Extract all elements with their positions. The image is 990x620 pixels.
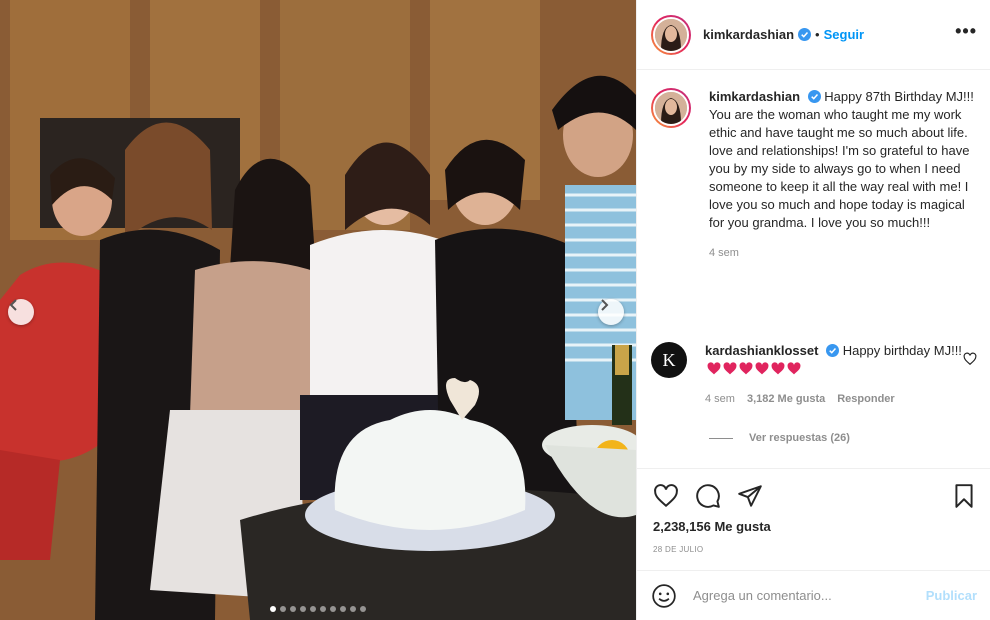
red-heart-emoji-icon [787,362,801,375]
photo-illustration [0,0,636,620]
previous-slide-button[interactable] [8,299,34,325]
header-separator: • [815,27,820,42]
comment-likes[interactable]: 3,182 Me gusta [747,390,825,408]
comment-body: kardashianklosset Happy birthday MJ!!! 4… [705,342,973,408]
instagram-post-view: kimkardashian • Seguir ••• kimkardashian [0,0,990,620]
heart-icon [654,484,678,508]
follow-button[interactable]: Seguir [824,27,864,42]
publish-button[interactable]: Publicar [926,588,977,603]
post-side-panel: kimkardashian • Seguir ••• kimkardashian [636,0,990,620]
post-date[interactable]: 28 DE JULIO [653,545,703,554]
author-avatar[interactable] [651,14,691,55]
commenter-username[interactable]: kardashianklosset [705,343,818,358]
commenter-avatar[interactable]: K [651,342,687,378]
view-replies-label: Ver respuestas (26) [749,432,850,444]
caption-avatar[interactable] [651,88,691,128]
post-header: kimkardashian • Seguir ••• [637,0,990,70]
carousel-dot [360,606,366,612]
verified-badge-icon [826,344,840,357]
next-slide-button[interactable] [598,299,624,325]
carousel-dot [340,606,346,612]
comment-text: Happy birthday MJ!!! [842,343,962,358]
comment-bubble-icon [696,484,720,508]
carousel-dot [280,606,286,612]
replies-divider-line [709,437,733,439]
comments-section[interactable]: kimkardashian Happy 87th Birthday MJ!!! … [637,70,990,468]
author-username[interactable]: kimkardashian [703,27,794,42]
share-button[interactable] [737,483,763,509]
add-comment-bar: Publicar [637,570,990,620]
caption-meta: 4 sem [709,244,977,262]
red-heart-emoji-icon [771,362,785,375]
carousel-dot [300,606,306,612]
heart-emojis [707,362,801,375]
red-heart-emoji-icon [723,362,737,375]
verified-badge-icon [798,28,812,41]
carousel-dot [330,606,336,612]
like-comment-heart-icon[interactable] [963,352,977,366]
red-heart-emoji-icon [707,362,721,375]
red-heart-emoji-icon [755,362,769,375]
verified-badge-icon [807,90,821,103]
post-photo[interactable] [0,0,636,620]
view-replies-button[interactable]: Ver respuestas (26) [709,432,850,444]
caption-comment: kimkardashian Happy 87th Birthday MJ!!! … [651,88,977,262]
comment-item: K kardashianklosset Happy birthday MJ!!!… [651,342,977,408]
carousel-dot [320,606,326,612]
comment-button[interactable] [695,483,721,509]
post-likes-count[interactable]: 2,238,156 Me gusta [653,519,771,534]
carousel-dot [290,606,296,612]
save-button[interactable] [951,483,977,509]
caption-time[interactable]: 4 sem [709,244,739,262]
carousel-dot [350,606,356,612]
carousel-dot [310,606,316,612]
reply-button[interactable]: Responder [837,390,894,408]
like-button[interactable] [653,483,679,509]
bookmark-icon [955,484,973,508]
comment-meta: 4 sem 3,182 Me gusta Responder [705,390,973,408]
comment-input[interactable] [693,588,926,603]
red-heart-emoji-icon [739,362,753,375]
emoji-smile-icon[interactable] [651,583,677,609]
caption-username[interactable]: kimkardashian [709,89,800,104]
carousel-dot [270,606,276,612]
post-actions: 2,238,156 Me gusta 28 DE JULIO [637,468,990,570]
caption-avatar-image [653,90,689,126]
more-options-icon[interactable]: ••• [955,22,977,40]
carousel-indicator [0,606,636,612]
comment-time[interactable]: 4 sem [705,390,735,408]
caption-body: kimkardashian Happy 87th Birthday MJ!!! … [709,88,977,262]
paper-plane-icon [738,485,762,507]
caption-text: Happy 87th Birthday MJ!!! You are the wo… [709,89,974,230]
action-icons [653,483,763,509]
author-avatar-image [653,16,689,53]
chevron-left-icon [9,299,17,311]
chevron-right-icon [601,299,609,311]
